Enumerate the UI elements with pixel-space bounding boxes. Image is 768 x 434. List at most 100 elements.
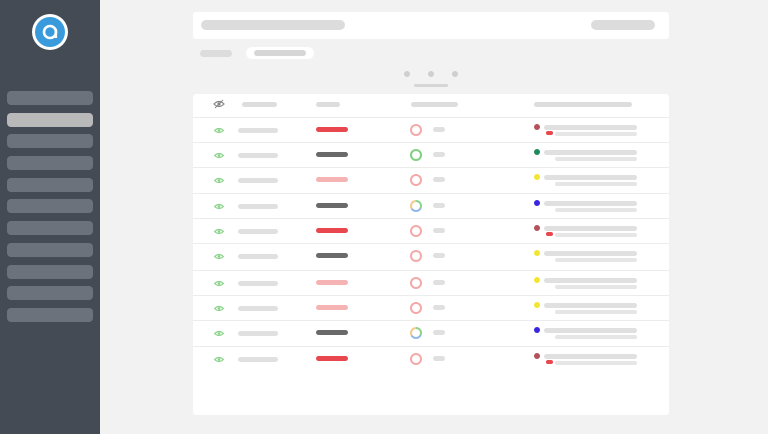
page-title-placeholder — [201, 20, 345, 30]
detail-title-placeholder — [544, 278, 637, 283]
name-cell-placeholder — [238, 153, 278, 158]
column-header-details[interactable] — [534, 102, 632, 107]
name-cell-placeholder — [238, 357, 278, 362]
table-row[interactable] — [193, 218, 669, 243]
progress-ring-icon — [410, 302, 422, 314]
progress-value-placeholder — [433, 228, 445, 233]
alert-badge — [546, 131, 553, 135]
detail-subtitle-placeholder — [555, 157, 637, 161]
sidebar-item-3[interactable] — [7, 134, 93, 149]
detail-subtitle-placeholder — [555, 132, 637, 136]
detail-subtitle-placeholder — [555, 285, 637, 289]
progress-ring-icon — [410, 149, 422, 161]
column-header-progress[interactable] — [411, 102, 458, 107]
category-dot — [534, 225, 540, 231]
eye-icon[interactable] — [214, 127, 224, 134]
detail-title-placeholder — [544, 125, 637, 130]
progress-value-placeholder — [433, 356, 445, 361]
progress-value-placeholder — [433, 203, 445, 208]
circle-a-logo-icon — [35, 17, 65, 47]
table-row[interactable] — [193, 295, 669, 320]
category-dot — [534, 124, 540, 130]
category-dot — [534, 302, 540, 308]
table-row[interactable] — [193, 346, 669, 371]
progress-ring-icon — [410, 200, 422, 212]
name-cell-placeholder — [238, 204, 278, 209]
detail-subtitle-placeholder — [555, 182, 637, 186]
progress-ring-icon — [410, 353, 422, 365]
category-dot — [534, 149, 540, 155]
eye-icon[interactable] — [214, 330, 224, 337]
sidebar — [0, 0, 100, 434]
table-row[interactable] — [193, 142, 669, 167]
eye-icon[interactable] — [213, 99, 225, 109]
sidebar-item-11[interactable] — [7, 307, 93, 322]
sidebar-item-8[interactable] — [7, 242, 93, 257]
sidebar-item-6[interactable] — [7, 199, 93, 214]
name-cell-placeholder — [238, 281, 278, 286]
data-table — [193, 94, 669, 415]
table-row[interactable] — [193, 270, 669, 295]
table-row[interactable] — [193, 243, 669, 268]
progress-ring-icon — [410, 124, 422, 136]
header-action-placeholder[interactable] — [591, 20, 655, 30]
detail-title-placeholder — [544, 354, 637, 359]
progress-ring-icon — [410, 174, 422, 186]
category-dot — [534, 277, 540, 283]
progress-ring-icon — [410, 327, 422, 339]
eye-icon[interactable] — [214, 228, 224, 235]
table-row[interactable] — [193, 193, 669, 218]
tab-first[interactable] — [200, 50, 232, 57]
eye-icon[interactable] — [214, 280, 224, 287]
progress-value-placeholder — [433, 253, 445, 258]
detail-title-placeholder — [544, 226, 637, 231]
eye-icon[interactable] — [214, 305, 224, 312]
sidebar-item-7[interactable] — [7, 221, 93, 236]
name-cell-placeholder — [238, 128, 278, 133]
sidebar-item-9[interactable] — [7, 264, 93, 279]
top-bar — [193, 12, 669, 39]
category-dot — [534, 353, 540, 359]
progress-ring-icon — [410, 225, 422, 237]
table-header — [193, 94, 669, 116]
eye-icon[interactable] — [214, 253, 224, 260]
app-logo[interactable] — [32, 14, 68, 50]
status-badge — [316, 203, 348, 208]
sidebar-item-4[interactable] — [7, 156, 93, 171]
detail-title-placeholder — [544, 303, 637, 308]
progress-value-placeholder — [433, 127, 445, 132]
table-row[interactable] — [193, 320, 669, 345]
detail-title-placeholder — [544, 328, 637, 333]
column-header-name[interactable] — [242, 102, 277, 107]
eye-icon[interactable] — [214, 152, 224, 159]
tab-label-placeholder — [254, 50, 306, 56]
detail-subtitle-placeholder — [555, 335, 637, 339]
progress-ring-icon — [410, 277, 422, 289]
name-cell-placeholder — [238, 331, 278, 336]
tab-active[interactable] — [246, 47, 314, 59]
status-badge — [316, 253, 348, 258]
detail-subtitle-placeholder — [555, 233, 637, 237]
table-row[interactable] — [193, 117, 669, 142]
sidebar-item-10[interactable] — [7, 286, 93, 301]
detail-title-placeholder — [544, 201, 637, 206]
sidebar-item-2[interactable] — [7, 112, 93, 127]
eye-icon[interactable] — [214, 356, 224, 363]
status-badge — [316, 305, 348, 310]
sidebar-item-1[interactable] — [7, 91, 93, 105]
status-badge — [316, 280, 348, 285]
table-row[interactable] — [193, 167, 669, 192]
eye-icon[interactable] — [214, 203, 224, 210]
sidebar-item-5[interactable] — [7, 177, 93, 192]
detail-subtitle-placeholder — [555, 208, 637, 212]
status-badge — [316, 177, 348, 182]
status-badge — [316, 330, 348, 335]
progress-value-placeholder — [433, 280, 445, 285]
column-header-status[interactable] — [316, 102, 340, 107]
status-badge — [316, 356, 348, 361]
eye-icon[interactable] — [214, 177, 224, 184]
progress-value-placeholder — [433, 330, 445, 335]
category-dot — [534, 327, 540, 333]
name-cell-placeholder — [238, 306, 278, 311]
name-cell-placeholder — [238, 229, 278, 234]
